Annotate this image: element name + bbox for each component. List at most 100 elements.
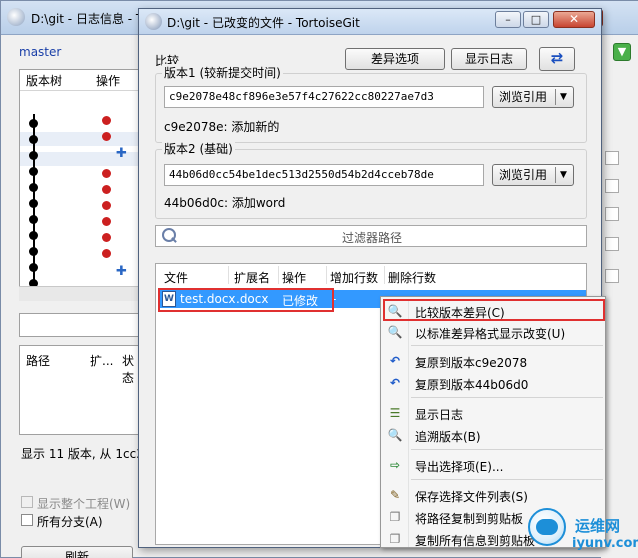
filter-path-input[interactable]: 过滤器路径 xyxy=(155,225,587,247)
menu-item-unified-diff[interactable]: 🔍 以标准差异格式显示改变(U) xyxy=(383,322,605,342)
version2-commit-message: 44b06d0c: 添加word xyxy=(164,196,286,210)
column-divider[interactable] xyxy=(326,266,327,284)
scroll-button[interactable] xyxy=(605,179,619,193)
commit-node xyxy=(29,263,38,272)
diff-options-button[interactable]: 差异选项 xyxy=(345,48,445,70)
copy-icon: ❐ xyxy=(389,532,401,546)
column-divider[interactable] xyxy=(228,266,229,284)
blame-icon: 🔍 xyxy=(387,428,403,442)
commit-node xyxy=(29,135,38,144)
menu-item-export-selection[interactable]: ⇨ 导出选择项(E)... xyxy=(383,455,605,475)
column-header-lines-added[interactable]: 增加行数 xyxy=(330,269,378,286)
scroll-button[interactable] xyxy=(605,207,619,221)
download-arrow-icon[interactable]: ▼ xyxy=(613,43,631,61)
chevron-down-icon[interactable]: ▼ xyxy=(560,165,567,185)
dialog-title-bar[interactable]: D:\git - 已改变的文件 - TortoiseGit – □ ✕ xyxy=(139,9,601,35)
column-header-ext[interactable]: 扩... xyxy=(90,352,113,369)
list-row-alt[interactable] xyxy=(20,132,143,146)
log-window-right-area xyxy=(601,35,638,558)
menu-item-show-log[interactable]: ☰ 显示日志 xyxy=(383,403,605,423)
commit-node xyxy=(29,151,38,160)
version2-browse-ref-button[interactable]: 浏览引用 ▼ xyxy=(492,164,574,186)
revision-graph-list[interactable]: 版本树 操作 ✚ ✚ xyxy=(19,69,144,301)
copy-icon: ❐ xyxy=(389,510,401,524)
modified-icon xyxy=(102,169,111,178)
version2-hash-field[interactable]: 44b06d0cc54be1dec513d2550d54b2d4cceb78de xyxy=(164,164,484,186)
watermark-url: iyunv.com xyxy=(572,536,638,551)
export-icon: ⇨ xyxy=(389,458,401,472)
log-status-text: 显示 11 版本, 从 1cc38 xyxy=(21,447,152,461)
modified-icon xyxy=(102,185,111,194)
show-whole-project-checkbox[interactable] xyxy=(21,496,33,508)
swap-arrows-icon[interactable]: ⇄ xyxy=(539,47,575,71)
modified-icon xyxy=(102,233,111,242)
modified-icon xyxy=(102,217,111,226)
tortoise-app-icon xyxy=(145,13,162,30)
chevron-down-icon[interactable]: ▼ xyxy=(560,87,567,107)
version1-group: 版本1 (较新提交时间) c9e2078e48cf896e3e57f4c2762… xyxy=(155,64,587,143)
menu-item-label: 导出选择项(E)... xyxy=(415,460,504,474)
menu-item-label: 复原到版本c9e2078 xyxy=(415,356,528,370)
modified-icon xyxy=(102,132,111,141)
version1-commit-message: c9e2078e: 添加新的 xyxy=(164,120,280,134)
show-log-button[interactable]: 显示日志 xyxy=(451,48,527,70)
log-message-box[interactable] xyxy=(19,313,144,337)
version2-label: 版本2 (基础) xyxy=(162,140,235,157)
column-header-file[interactable]: 文件 xyxy=(164,269,188,286)
modified-icon xyxy=(102,249,111,258)
commit-node xyxy=(29,183,38,192)
modified-icon xyxy=(102,116,111,125)
dialog-title: D:\git - 已改变的文件 - TortoiseGit xyxy=(167,16,360,30)
close-button[interactable]: ✕ xyxy=(553,11,595,28)
column-divider[interactable] xyxy=(384,266,385,284)
branch-label[interactable]: master xyxy=(19,45,61,59)
changed-paths-list[interactable]: 路径 扩... 状态 xyxy=(19,345,144,435)
scroll-button[interactable] xyxy=(605,237,619,251)
scroll-button[interactable] xyxy=(605,151,619,165)
show-whole-project-label: 显示整个工程(W) xyxy=(37,497,131,511)
commit-node xyxy=(29,199,38,208)
save-list-icon: ✎ xyxy=(389,488,401,502)
menu-item-label: 以标准差异格式显示改变(U) xyxy=(415,327,566,341)
scroll-button[interactable] xyxy=(605,269,619,283)
filter-placeholder: 过滤器路径 xyxy=(341,231,402,245)
cloud-icon xyxy=(536,519,558,535)
menu-item-copy-paths[interactable]: ❐ 将路径复制到剪贴板 xyxy=(383,507,605,527)
minimize-button[interactable]: – xyxy=(495,11,521,28)
horizontal-scrollbar[interactable] xyxy=(19,286,144,301)
menu-item-label: 复原到版本44b06d0 xyxy=(415,378,529,392)
added-icon: ✚ xyxy=(116,146,127,161)
commit-node xyxy=(29,215,38,224)
version1-hash-field[interactable]: c9e2078e48cf896e3e57f4c27622cc80227ae7d3 xyxy=(164,86,484,108)
browse-ref-label: 浏览引用 xyxy=(499,168,548,182)
log-icon: ☰ xyxy=(389,406,401,420)
commit-node xyxy=(29,231,38,240)
column-divider[interactable] xyxy=(278,266,279,284)
commit-node xyxy=(29,119,38,128)
column-header-action[interactable]: 操作 xyxy=(282,269,306,286)
refresh-button[interactable]: 刷新 xyxy=(21,546,133,558)
menu-item-revert-to-44b06d0[interactable]: ↶ 复原到版本44b06d0 xyxy=(383,373,605,393)
menu-separator xyxy=(411,397,603,398)
column-header-lines-removed[interactable]: 删除行数 xyxy=(388,269,436,286)
file-context-menu: 🔍 比较版本差异(C) 🔍 以标准差异格式显示改变(U) ↶ 复原到版本c9e2… xyxy=(380,296,606,548)
column-header-graph[interactable]: 版本树 xyxy=(26,72,62,89)
version1-browse-ref-button[interactable]: 浏览引用 ▼ xyxy=(492,86,574,108)
menu-item-revert-to-c9e2078[interactable]: ↶ 复原到版本c9e2078 xyxy=(383,351,605,371)
column-header-extension[interactable]: 扩展名 xyxy=(234,269,270,286)
column-header-actions[interactable]: 操作 xyxy=(96,72,120,89)
all-branches-checkbox[interactable] xyxy=(21,514,33,526)
menu-item-save-file-list[interactable]: ✎ 保存选择文件列表(S) xyxy=(383,485,605,505)
column-header-path[interactable]: 路径 xyxy=(26,352,50,369)
menu-item-blame[interactable]: 🔍 追溯版本(B) xyxy=(383,425,605,445)
dropdown-divider xyxy=(555,89,556,105)
log-window-title: D:\git - 日志信息 - To xyxy=(31,12,149,26)
menu-item-label: 将路径复制到剪贴板 xyxy=(415,512,524,526)
maximize-button[interactable]: □ xyxy=(523,11,549,28)
dropdown-divider xyxy=(555,167,556,183)
commit-node xyxy=(29,247,38,256)
tortoise-app-icon xyxy=(7,8,25,26)
modified-icon xyxy=(102,201,111,210)
menu-separator xyxy=(411,479,603,480)
version1-label: 版本1 (较新提交时间) xyxy=(162,64,283,81)
